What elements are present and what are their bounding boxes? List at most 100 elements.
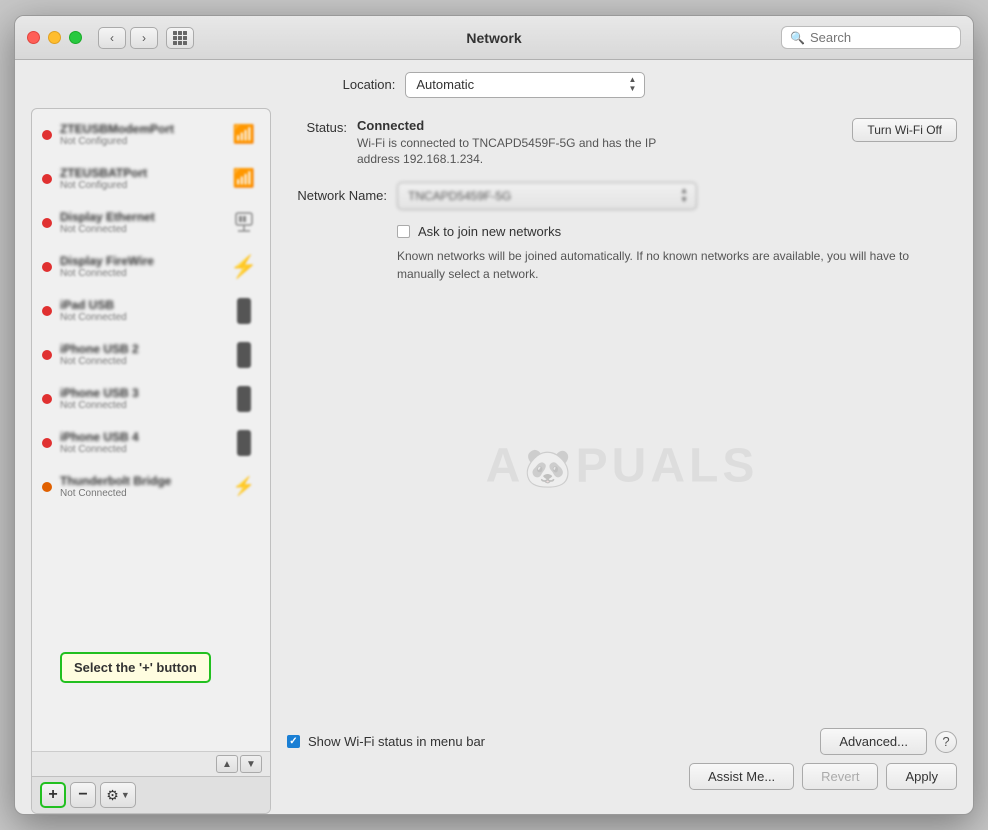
sidebar-item-6[interactable]: iPhone USB 3 Not Connected (32, 377, 270, 421)
ask-join-checkbox[interactable] (397, 225, 410, 238)
sidebar-item-status-3: Not Connected (60, 268, 220, 279)
network-name-value: TNCAPD5459F-5G (408, 189, 511, 203)
sidebar-item-info-1: ZTEUSBATPort Not Configured (60, 166, 220, 191)
sidebar-item-info-3: Display FireWire Not Connected (60, 254, 220, 279)
sidebar-item-status-7: Not Connected (60, 444, 220, 455)
thunderbolt-icon: ⚡ (233, 476, 255, 497)
sidebar-item-info-2: Display Ethernet Not Connected (60, 210, 220, 235)
wifi2-icon: 📶 (233, 168, 255, 189)
sidebar-toolbar: + − ⚙ ▼ (32, 776, 270, 813)
sidebar-item-1[interactable]: ZTEUSBATPort Not Configured 📶 (32, 157, 270, 201)
sidebar-item-0[interactable]: ZTEUSBModemPort Not Configured 📶 (32, 113, 270, 157)
sidebar-item-2[interactable]: Display Ethernet Not Connected (32, 201, 270, 245)
firewire-icon: ⚡ (230, 254, 257, 280)
location-bar: Location: Automatic ▲ ▼ (15, 60, 973, 108)
sidebar-item-5[interactable]: iPhone USB 2 Not Connected (32, 333, 270, 377)
advanced-help-area: Advanced... ? (820, 728, 957, 755)
show-wifi-label: Show Wi-Fi status in menu bar (308, 734, 485, 749)
sidebar-item-7[interactable]: iPhone USB 4 Not Connected (32, 421, 270, 465)
help-button[interactable]: ? (935, 731, 957, 753)
tooltip: Select the '+' button (60, 652, 211, 683)
assist-me-button[interactable]: Assist Me... (689, 763, 794, 790)
sidebar-item-icon-5 (228, 339, 260, 371)
iphone2-icon (237, 342, 251, 368)
sidebar-item-8[interactable]: Thunderbolt Bridge Not Connected ⚡ (32, 465, 270, 509)
status-dot-0 (42, 130, 52, 140)
apply-button[interactable]: Apply (886, 763, 957, 790)
sidebar-item-name-8: Thunderbolt Bridge (60, 474, 220, 488)
gear-dropdown-arrow-icon: ▼ (121, 790, 130, 800)
status-value: Connected (357, 118, 842, 133)
status-dot-8 (42, 482, 52, 492)
scroll-down-button[interactable]: ▼ (240, 755, 262, 773)
network-preferences-window: ‹ › Network 🔍 Location: Automatic ▲ ▼ (14, 15, 974, 815)
gear-button[interactable]: ⚙ ▼ (100, 782, 136, 808)
sidebar-scroll-buttons: ▲ ▼ (216, 755, 262, 773)
sidebar-item-name-0: ZTEUSBModemPort (60, 122, 220, 136)
ethernet-icon (230, 209, 258, 237)
search-input[interactable] (810, 30, 940, 45)
status-info: Connected Wi-Fi is connected to TNCAPD54… (357, 118, 842, 169)
scroll-up-button[interactable]: ▲ (216, 755, 238, 773)
forward-button[interactable]: › (130, 27, 158, 49)
sidebar-item-icon-1: 📶 (228, 163, 260, 195)
sidebar-item-icon-0: 📶 (228, 119, 260, 151)
status-description: Wi-Fi is connected to TNCAPD5459F-5G and… (357, 135, 677, 169)
sidebar-item-status-4: Not Connected (60, 312, 220, 323)
turn-wifi-button[interactable]: Turn Wi-Fi Off (852, 118, 957, 142)
status-dot-6 (42, 394, 52, 404)
remove-network-button[interactable]: − (70, 782, 96, 808)
sidebar-item-info-4: iPad USB Not Connected (60, 298, 220, 323)
search-box[interactable]: 🔍 (781, 26, 961, 49)
location-value: Automatic (416, 77, 474, 92)
gear-icon: ⚙ (106, 787, 119, 804)
sidebar-item-status-8: Not Connected (60, 488, 220, 499)
back-button[interactable]: ‹ (98, 27, 126, 49)
window-title: Network (466, 30, 521, 46)
location-select[interactable]: Automatic ▲ ▼ (405, 72, 645, 98)
add-network-button[interactable]: + (40, 782, 66, 808)
network-name-select[interactable]: TNCAPD5459F-5G ▲ ▼ (397, 182, 697, 210)
network-name-label: Network Name: (287, 188, 387, 203)
sidebar-item-status-5: Not Connected (60, 356, 220, 367)
location-stepper: ▲ ▼ (628, 76, 636, 94)
sidebar-item-name-3: Display FireWire (60, 254, 220, 268)
watermark-text: A🐼PUALS (486, 439, 759, 492)
ask-join-label: Ask to join new networks (418, 224, 561, 239)
grid-icon (173, 31, 187, 45)
wifi-icon: 📶 (233, 124, 255, 145)
sidebar-item-icon-3: ⚡ (228, 251, 260, 283)
sidebar-item-4[interactable]: iPad USB Not Connected (32, 289, 270, 333)
status-dot-7 (42, 438, 52, 448)
sidebar-item-status-2: Not Connected (60, 224, 220, 235)
apps-grid-button[interactable] (166, 27, 194, 49)
sidebar-item-status-6: Not Connected (60, 400, 220, 411)
network-stepper: ▲ ▼ (680, 187, 688, 205)
advanced-button[interactable]: Advanced... (820, 728, 927, 755)
sidebar-item-3[interactable]: Display FireWire Not Connected ⚡ (32, 245, 270, 289)
sidebar-item-name-7: iPhone USB 4 (60, 430, 220, 444)
revert-button[interactable]: Revert (802, 763, 878, 790)
maximize-button[interactable] (69, 31, 82, 44)
status-dot-3 (42, 262, 52, 272)
show-wifi-checkbox[interactable] (287, 735, 300, 748)
ask-join-desc: Known networks will be joined automatica… (397, 247, 957, 283)
sidebar-item-info-5: iPhone USB 2 Not Connected (60, 342, 220, 367)
titlebar: ‹ › Network 🔍 (15, 16, 973, 60)
status-row: Status: Connected Wi-Fi is connected to … (287, 118, 957, 169)
status-dot-4 (42, 306, 52, 316)
main-content: ZTEUSBModemPort Not Configured 📶 ZTEUSBA… (15, 108, 973, 814)
sidebar-item-icon-2 (228, 207, 260, 239)
sidebar-item-name-5: iPhone USB 2 (60, 342, 220, 356)
right-panel-container: A🐼PUALS Status: Connected Wi-Fi is conne… (287, 118, 957, 814)
close-button[interactable] (27, 31, 40, 44)
sidebar-item-icon-6 (228, 383, 260, 415)
status-dot-2 (42, 218, 52, 228)
tooltip-text: Select the '+' button (74, 660, 197, 675)
iphone3-icon (237, 386, 251, 412)
show-wifi-row: Show Wi-Fi status in menu bar Advanced..… (287, 728, 957, 755)
bottom-controls-area: Show Wi-Fi status in menu bar Advanced..… (287, 728, 957, 804)
minimize-button[interactable] (48, 31, 61, 44)
ipad-icon (237, 298, 251, 324)
status-label: Status: (287, 118, 347, 135)
